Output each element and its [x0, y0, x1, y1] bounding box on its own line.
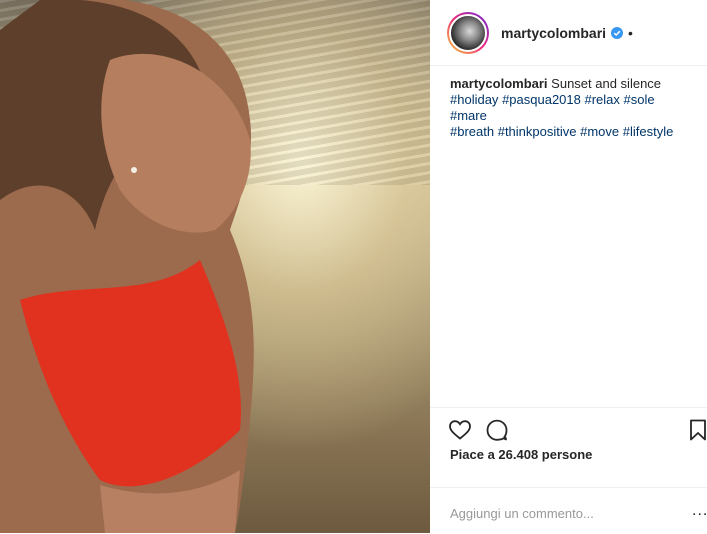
comment-icon[interactable] [485, 418, 509, 442]
heart-icon[interactable] [448, 418, 472, 442]
avatar[interactable] [449, 13, 487, 52]
hashtag-link[interactable]: #breath [450, 124, 494, 139]
post-header: martycolombari • [430, 0, 707, 66]
hashtag-link[interactable]: #sole [624, 92, 655, 107]
comment-input[interactable] [450, 506, 650, 521]
hashtag-link[interactable]: #mare [450, 108, 487, 123]
hashtag-link[interactable]: #move [580, 124, 619, 139]
person-silhouette [0, 0, 254, 533]
hashtag-link[interactable]: #thinkpositive [498, 124, 577, 139]
post-photo[interactable] [0, 0, 430, 533]
hashtag-link[interactable]: #lifestyle [623, 124, 674, 139]
username-link[interactable]: martycolombari [501, 25, 606, 41]
post-sidebar: martycolombari • martycolombari Sunset a… [430, 0, 707, 533]
hashtag-link[interactable]: #pasqua2018 [502, 92, 581, 107]
hashtag-link[interactable]: #holiday [450, 92, 498, 107]
post-caption: martycolombari Sunset and silence #holid… [450, 76, 695, 140]
action-bar [430, 407, 707, 442]
hashtag-link[interactable]: #relax [585, 92, 620, 107]
caption-username[interactable]: martycolombari [450, 76, 548, 91]
avatar-ring[interactable] [447, 11, 489, 54]
likes-count[interactable]: Piace a 26.408 persone [450, 447, 592, 462]
separator-dot: • [628, 24, 633, 41]
bookmark-icon[interactable] [686, 418, 707, 442]
comment-bar: ... [430, 487, 707, 534]
more-options-button[interactable]: ... [692, 503, 707, 519]
caption-text: Sunset and silence [551, 76, 662, 91]
verified-badge-icon [611, 26, 624, 39]
